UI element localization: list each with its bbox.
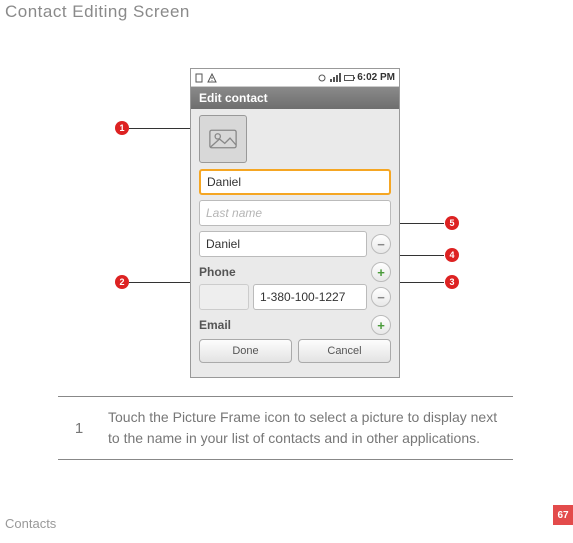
add-phone-button[interactable]: + (371, 262, 391, 282)
first-name-field[interactable]: Daniel (199, 169, 391, 195)
sync-icon (317, 73, 327, 83)
sim-icon (195, 73, 205, 83)
signal-icon (330, 73, 341, 82)
callout-badge-3: 3 (445, 275, 459, 289)
cancel-button[interactable]: Cancel (298, 339, 391, 363)
callout-badge-5: 5 (445, 216, 459, 230)
screen-title: Edit contact (191, 87, 399, 109)
add-email-button[interactable]: + (371, 315, 391, 335)
done-button[interactable]: Done (199, 339, 292, 363)
remove-phone-button[interactable]: − (371, 287, 391, 307)
description-text: Touch the Picture Frame icon to select a… (100, 397, 513, 459)
footer-chapter: Contacts (5, 516, 56, 531)
status-bar: 6:02 PM (191, 69, 399, 87)
photo-icon (209, 129, 237, 149)
phone-type-selector[interactable] (199, 284, 249, 310)
remove-name-button[interactable]: − (371, 234, 391, 254)
picture-frame[interactable] (199, 115, 247, 163)
page-title: Contact Editing Screen (5, 2, 190, 22)
phone-screenshot: 6:02 PM Edit contact Daniel Last name Da… (190, 68, 400, 378)
callout-badge-1: 1 (115, 121, 129, 135)
callout-badge-4: 4 (445, 248, 459, 262)
last-name-field[interactable]: Last name (199, 200, 391, 226)
phone-section-label: Phone (199, 265, 236, 279)
warning-icon (207, 73, 217, 83)
description-number: 1 (58, 397, 100, 459)
battery-icon (344, 75, 354, 81)
callout-badge-2: 2 (115, 275, 129, 289)
page-number-badge: 67 (553, 505, 573, 525)
phone-number-field[interactable]: 1-380-100-1227 (253, 284, 367, 310)
callout-line-2 (129, 282, 197, 283)
status-time: 6:02 PM (357, 72, 395, 83)
email-section-label: Email (199, 318, 231, 332)
description-table: 1 Touch the Picture Frame icon to select… (58, 396, 513, 460)
diagram-container: 1 2 5 4 3 6:02 PM Edit contact (135, 68, 445, 388)
nickname-field[interactable]: Daniel (199, 231, 367, 257)
callout-line-1 (129, 128, 199, 129)
